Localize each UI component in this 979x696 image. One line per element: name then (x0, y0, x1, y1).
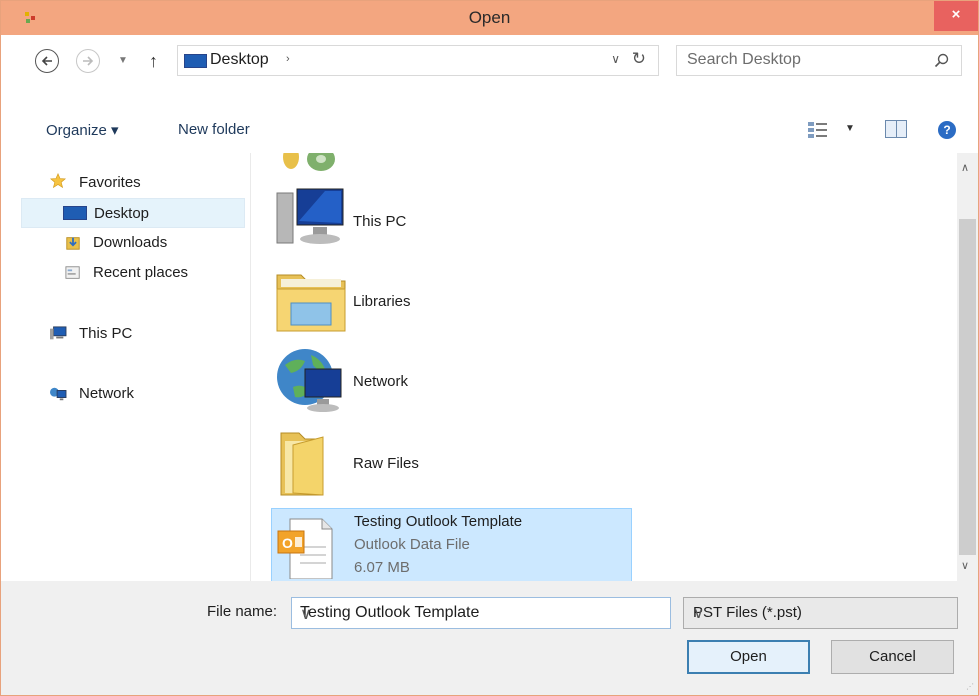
forward-button[interactable] (76, 49, 100, 73)
downloads-icon (66, 237, 80, 250)
new-folder-button[interactable]: New folder (178, 121, 250, 138)
organize-button[interactable]: Organize ▾ (46, 121, 119, 139)
file-name: Testing Outlook Template (354, 513, 523, 530)
file-type: Outlook Data File (354, 536, 470, 553)
outlook-file-icon: O (277, 518, 333, 579)
list-item-testing-outlook-template[interactable]: O Testing Outlook Template Outlook Data … (271, 508, 632, 581)
file-size: 6.07 MB (354, 559, 410, 576)
dialog-footer: File name: Testing Outlook Template ∨ PS… (1, 581, 978, 695)
sidebar-item-network[interactable]: Network (47, 379, 227, 409)
back-button[interactable] (35, 49, 59, 73)
partial-item-icon (283, 153, 335, 171)
sidebar-item-label: Desktop (94, 205, 150, 222)
sidebar-item-this-pc[interactable]: This PC (47, 319, 227, 349)
close-button[interactable]: × (934, 1, 978, 31)
list-item-this-pc[interactable]: This PC (269, 187, 629, 257)
recent-places-icon (65, 266, 80, 279)
file-type-chevron-icon[interactable]: ∨ (693, 604, 948, 622)
computer-icon (276, 188, 344, 244)
recent-locations-dropdown[interactable]: ▼ (118, 55, 128, 66)
file-name: This PC (353, 213, 407, 230)
forward-arrow-icon (83, 56, 94, 66)
file-list: This PC Libraries Network Raw Files O Te… (251, 153, 957, 581)
search-placeholder: Search Desktop (687, 51, 801, 68)
desktop-icon (184, 54, 207, 68)
title-bar[interactable]: Open × (1, 1, 978, 35)
network-globe-icon (277, 349, 342, 412)
search-input[interactable]: Search Desktop (676, 45, 962, 76)
search-icon[interactable] (934, 53, 950, 69)
sidebar-item-label: Network (79, 385, 135, 402)
list-item-libraries[interactable]: Libraries (269, 267, 629, 337)
command-bar: Organize ▾ New folder ▼ ? (1, 87, 978, 153)
file-name-label: File name: (207, 603, 278, 620)
address-bar[interactable]: Desktop › ∨ ↻ (177, 45, 659, 76)
network-icon (50, 387, 67, 401)
file-name: Network (353, 373, 409, 390)
address-history-chevron-icon[interactable]: ∨ (611, 52, 620, 66)
list-item-raw-files[interactable]: Raw Files (269, 427, 629, 499)
vertical-scrollbar[interactable]: ∧ ∨ (957, 153, 978, 581)
preview-pane-icon[interactable] (885, 120, 907, 138)
star-icon (49, 173, 67, 189)
file-type-select[interactable]: PST Files (*.pst) ∨ (683, 597, 958, 629)
sidebar-item-recent-places[interactable]: Recent places (21, 258, 245, 288)
window-title: Open (468, 8, 511, 27)
file-name-dropdown-icon[interactable]: ∨ (300, 604, 662, 624)
address-row: ▼ ↑ Desktop › ∨ ↻ Search Desktop (1, 35, 978, 87)
help-icon[interactable]: ? (938, 121, 956, 139)
breadcrumb-chevron-icon[interactable]: › (286, 53, 290, 65)
sidebar-item-desktop[interactable]: Desktop (21, 198, 245, 228)
back-arrow-icon (41, 56, 52, 66)
sidebar-item-label: Recent places (93, 264, 189, 281)
folder-icon (280, 432, 324, 496)
scroll-up-chevron-icon[interactable]: ∧ (961, 161, 969, 174)
file-name-field[interactable]: Testing Outlook Template ∨ (291, 597, 671, 629)
svg-text:O: O (282, 535, 293, 551)
scrollbar-thumb[interactable] (959, 219, 976, 555)
resize-grip-icon[interactable]: ⋰ (966, 682, 974, 691)
open-button[interactable]: Open (687, 640, 810, 674)
sidebar-item-favorites[interactable]: Favorites (47, 168, 227, 198)
view-options-dropdown[interactable]: ▼ (845, 123, 855, 134)
sidebar-item-label: Downloads (93, 234, 168, 251)
desktop-icon (63, 206, 87, 220)
cancel-button[interactable]: Cancel (831, 640, 954, 674)
address-location[interactable]: Desktop (210, 51, 269, 69)
sidebar-item-label: This PC (79, 325, 133, 342)
sidebar-item-downloads[interactable]: Downloads (21, 228, 245, 258)
scroll-down-chevron-icon[interactable]: ∨ (961, 559, 969, 572)
computer-icon (50, 326, 67, 340)
list-item-network[interactable]: Network (269, 347, 629, 417)
up-one-level-button[interactable]: ↑ (149, 51, 158, 72)
navigation-pane: Favorites Desktop Downloads Recent place… (1, 153, 250, 581)
file-name: Libraries (353, 293, 411, 310)
sidebar-item-label: Favorites (79, 174, 141, 191)
file-name: Raw Files (353, 455, 419, 472)
change-view-icon[interactable] (807, 121, 829, 139)
open-dialog: Open × ▼ ↑ Desktop › ∨ ↻ Search Desktop (0, 0, 979, 696)
refresh-icon[interactable]: ↻ (632, 49, 646, 69)
libraries-icon (276, 274, 346, 332)
